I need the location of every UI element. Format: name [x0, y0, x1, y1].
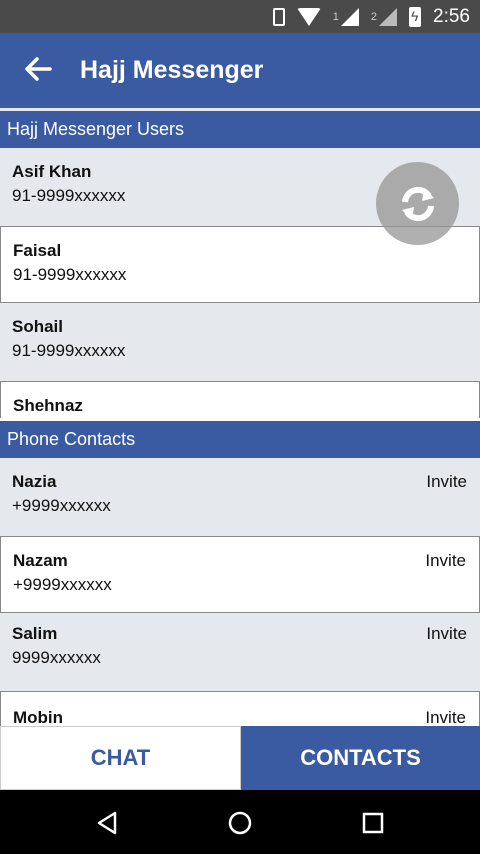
sim1-label: 1: [332, 10, 339, 23]
list-item[interactable]: Nazam +9999xxxxxx Invite: [0, 535, 480, 613]
signal-icon: [340, 7, 359, 26]
contact-name: Nazia: [12, 472, 57, 491]
contact-name: Shehnaz: [13, 395, 83, 415]
contact-name: Faisal: [13, 240, 62, 260]
invite-link[interactable]: Invite: [426, 472, 467, 492]
invite-link[interactable]: Invite: [425, 708, 466, 727]
battery-icon: [409, 6, 422, 27]
list-item[interactable]: Mobin Invite: [0, 690, 480, 727]
section-header-contacts: Phone Contacts: [0, 421, 480, 458]
contact-name: Sohail: [12, 317, 64, 336]
app-bar: Hajj Messenger: [0, 33, 480, 108]
contact-name: Mobin: [13, 707, 64, 727]
signal-icon: [379, 7, 398, 26]
contact-phone: 91-9999xxxxxx: [12, 186, 126, 205]
contact-phone: +9999xxxxxx: [12, 496, 111, 515]
sync-icon: [401, 186, 434, 221]
invite-link[interactable]: Invite: [425, 551, 466, 571]
list-item[interactable]: Salim 9999xxxxxx Invite: [0, 613, 480, 691]
list-item[interactable]: Shehnaz: [0, 380, 480, 418]
sim2-label: 2: [370, 10, 378, 23]
tab-contacts[interactable]: CONTACTS: [241, 726, 480, 790]
back-triangle-icon[interactable]: [94, 810, 120, 836]
contact-phone: +9999xxxxxx: [13, 574, 112, 594]
wifi-icon: [296, 7, 321, 26]
status-bar: 1 2 2:56: [0, 0, 480, 33]
contacts-list[interactable]: Nazia +9999xxxxxx Invite Nazam +9999xxxx…: [0, 458, 480, 726]
contact-name: Nazam: [13, 550, 68, 570]
bottom-tab-bar: CHAT CONTACTS: [0, 726, 480, 790]
contact-name: Salim: [12, 624, 58, 643]
arrow-left-icon[interactable]: [20, 51, 56, 87]
contact-phone: 91-9999xxxxxx: [12, 341, 126, 360]
contact-name: Asif Khan: [12, 162, 92, 181]
contact-phone: 91-9999xxxxxx: [13, 264, 127, 284]
system-nav-bar: [0, 790, 480, 854]
vibrate-icon: [272, 7, 285, 26]
status-time: 2:56: [433, 5, 470, 27]
recents-square-icon[interactable]: [360, 810, 386, 836]
list-item[interactable]: Sohail 91-9999xxxxxx: [0, 303, 480, 381]
invite-link[interactable]: Invite: [426, 624, 467, 644]
refresh-button[interactable]: [376, 162, 459, 245]
list-item[interactable]: Nazia +9999xxxxxx Invite: [0, 458, 480, 536]
home-circle-icon[interactable]: [227, 810, 253, 836]
tab-chat[interactable]: CHAT: [0, 726, 241, 790]
section-header-users: Hajj Messenger Users: [0, 111, 480, 148]
contact-phone: 9999xxxxxx: [12, 648, 101, 667]
page-title: Hajj Messenger: [80, 56, 264, 84]
